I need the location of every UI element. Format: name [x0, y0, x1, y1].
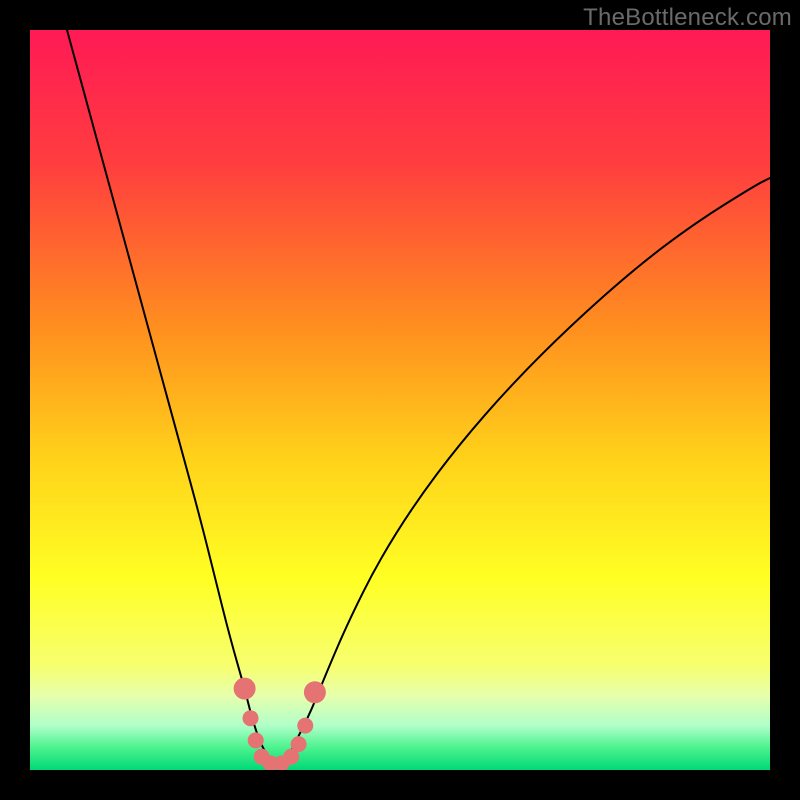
marker-dot: [297, 718, 313, 734]
chart-frame: TheBottleneck.com: [0, 0, 800, 800]
marker-dot: [243, 710, 259, 726]
marker-dot: [291, 736, 307, 752]
gradient-background: [30, 30, 770, 770]
marker-dot: [248, 732, 264, 748]
marker-dot: [304, 681, 326, 703]
plot-area: [30, 30, 770, 770]
watermark-text: TheBottleneck.com: [583, 4, 792, 32]
marker-dot: [234, 678, 256, 700]
chart-svg: [30, 30, 770, 770]
